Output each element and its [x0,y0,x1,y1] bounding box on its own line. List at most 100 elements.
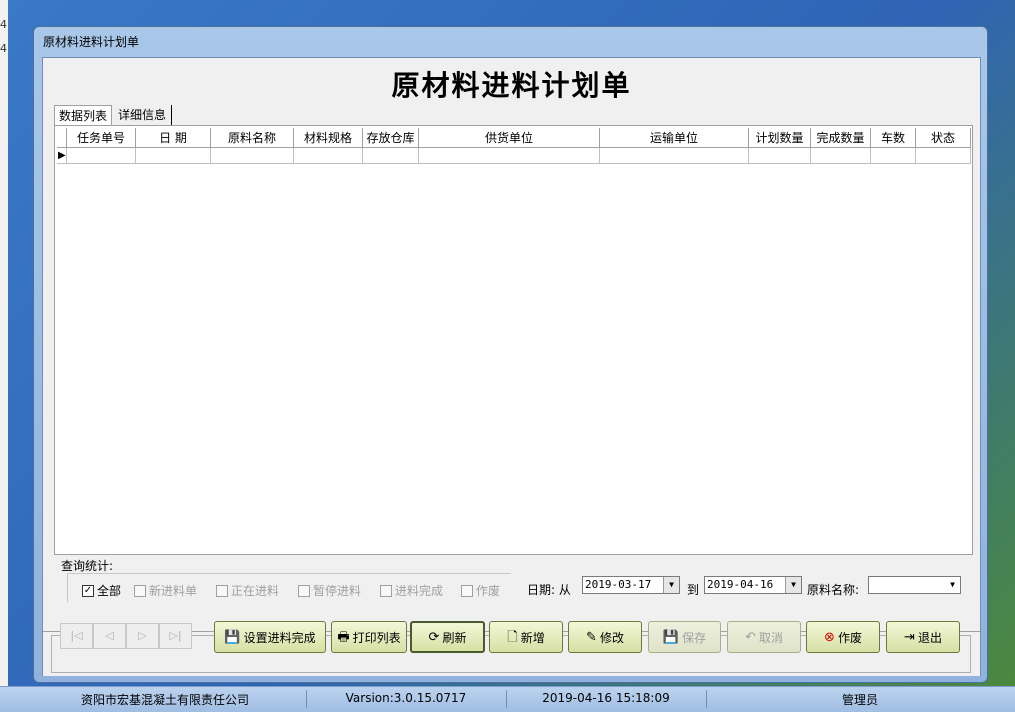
button-label: 新增 [520,630,545,645]
refresh-button[interactable]: ⟳ 刷新 [410,621,485,653]
date-to-label: 到 [687,583,700,597]
edit-button[interactable]: ✎ 修改 [568,621,642,653]
table-cell[interactable] [600,148,749,164]
date-from-picker[interactable]: 2019-03-17 ▼ [582,576,680,594]
date-to-value: 2019-04-16 [707,578,774,591]
column-header-warehouse[interactable]: 存放仓库 [363,128,419,148]
main-window: 原材料进料计划单 原材料进料计划单 数据列表 详细信息 任务单号 日 期 原料名… [33,26,988,683]
void-button[interactable]: ⊗ 作废 [806,621,880,653]
window-client: 原材料进料计划单 数据列表 详细信息 任务单号 日 期 原料名称 材料规格 存放… [42,57,981,676]
exit-icon: ⇥ [904,629,915,645]
edit-icon: ✎ [586,629,597,645]
column-header-trucks[interactable]: 车数 [871,128,916,148]
nav-first-button[interactable]: |◁ [60,623,93,649]
table-cell[interactable] [294,148,363,164]
table-cell[interactable] [871,148,916,164]
new-button[interactable]: 🗋 新增 [489,621,563,653]
status-bar: 资阳市宏基混凝土有限责任公司 Varsion:3.0.15.0717 2019-… [0,686,1015,712]
stats-label: 查询统计: [61,559,114,573]
set-complete-button[interactable]: 💾 设置进料完成 [214,621,326,653]
save-button[interactable]: 💾 保存 [648,621,721,653]
checkbox-icon [380,584,392,597]
table-cell[interactable] [419,148,600,164]
chevron-down-icon[interactable]: ▼ [945,577,960,593]
status-separator [706,690,707,708]
checkbox-in-progress[interactable]: 正在进料 [216,582,279,599]
grid-header: 任务单号 日 期 原料名称 材料规格 存放仓库 供货单位 运输单位 计划数量 完… [57,128,971,148]
material-name-select[interactable]: ▼ [868,576,961,594]
date-to-picker[interactable]: 2019-04-16 ▼ [704,576,802,594]
table-cell[interactable] [211,148,294,164]
row-indicator-icon: ▶ [57,148,67,164]
column-header-status[interactable]: 状态 [916,128,971,148]
button-label: 刷新 [442,630,467,645]
checkbox-icon [134,584,146,597]
column-header-material-name[interactable]: 原料名称 [211,128,294,148]
status-user: 管理员 [841,693,878,707]
checkbox-label: 新进料单 [149,584,198,598]
material-name-label: 原料名称: [807,583,860,597]
checkbox-icon [216,584,228,597]
cancel-button[interactable]: ↶ 取消 [727,621,801,653]
row-indicator-header [57,128,67,148]
button-label: 作废 [837,630,862,645]
status-company: 资阳市宏基混凝土有限责任公司 [80,693,249,707]
checkbox-label: 作废 [476,584,501,598]
status-datetime: 2019-04-16 15:18:09 [542,691,670,705]
date-from-value: 2019-03-17 [585,578,652,591]
table-cell[interactable] [811,148,871,164]
print-list-button[interactable]: 🖶 打印列表 [331,621,407,653]
chevron-down-icon[interactable]: ▼ [663,577,679,593]
status-filter-group: ✓ 全部 新进料单 正在进料 暂停进料 进料完成 作废 [67,573,511,602]
nav-last-button[interactable]: ▷| [159,623,192,649]
status-separator [506,690,507,708]
status-version: Varsion:3.0.15.0717 [345,691,467,705]
table-cell[interactable] [136,148,211,164]
column-header-task-no[interactable]: 任务单号 [67,128,136,148]
button-label: 修改 [599,630,624,645]
button-label: 取消 [758,630,783,645]
checkbox-completed[interactable]: 进料完成 [380,582,443,599]
table-cell[interactable] [749,148,811,164]
window-title: 原材料进料计划单 [43,35,140,49]
column-header-completed-qty[interactable]: 完成数量 [811,128,871,148]
printer-icon: 🖶 [337,629,350,645]
checkbox-icon [298,584,310,597]
checkbox-new-order[interactable]: 新进料单 [134,582,197,599]
button-label: 退出 [917,630,942,645]
column-header-carrier[interactable]: 运输单位 [600,128,749,148]
column-header-spec[interactable]: 材料规格 [294,128,363,148]
undo-icon: ↶ [745,629,756,645]
button-label: 打印列表 [352,630,401,645]
checkbox-label: 进料完成 [395,584,444,598]
column-header-planned-qty[interactable]: 计划数量 [749,128,811,148]
checkbox-label: 暂停进料 [313,584,362,598]
tab-details[interactable]: 详细信息 [114,105,172,125]
nav-prev-button[interactable]: ◁ [93,623,126,649]
page-title: 原材料进料计划单 [391,69,632,102]
button-label: 设置进料完成 [243,630,316,645]
checkbox-voided[interactable]: 作废 [461,582,500,599]
checkbox-icon [461,584,473,597]
cancel-icon: ⊗ [824,629,835,645]
column-header-supplier[interactable]: 供货单位 [419,128,600,148]
new-document-icon: 🗋 [507,629,518,645]
column-header-date[interactable]: 日 期 [136,128,211,148]
checkbox-paused[interactable]: 暂停进料 [298,582,361,599]
table-cell[interactable] [363,148,419,164]
data-grid[interactable]: 任务单号 日 期 原料名称 材料规格 存放仓库 供货单位 运输单位 计划数量 完… [54,125,973,555]
checkbox-icon: ✓ [82,584,94,597]
table-cell[interactable] [916,148,971,164]
checkbox-label: 正在进料 [231,584,280,598]
refresh-icon: ⟳ [428,629,440,645]
save-icon: 💾 [662,629,680,645]
background-left-edge: 44 [0,0,8,711]
tab-data-list[interactable]: 数据列表 [54,105,112,125]
nav-next-button[interactable]: ▷ [126,623,159,649]
chevron-down-icon[interactable]: ▼ [785,577,801,593]
exit-button[interactable]: ⇥ 退出 [886,621,960,653]
checkbox-all[interactable]: ✓ 全部 [82,582,121,599]
table-cell[interactable] [67,148,136,164]
table-row[interactable]: ▶ [57,148,971,164]
checkbox-label: 全部 [97,584,122,598]
